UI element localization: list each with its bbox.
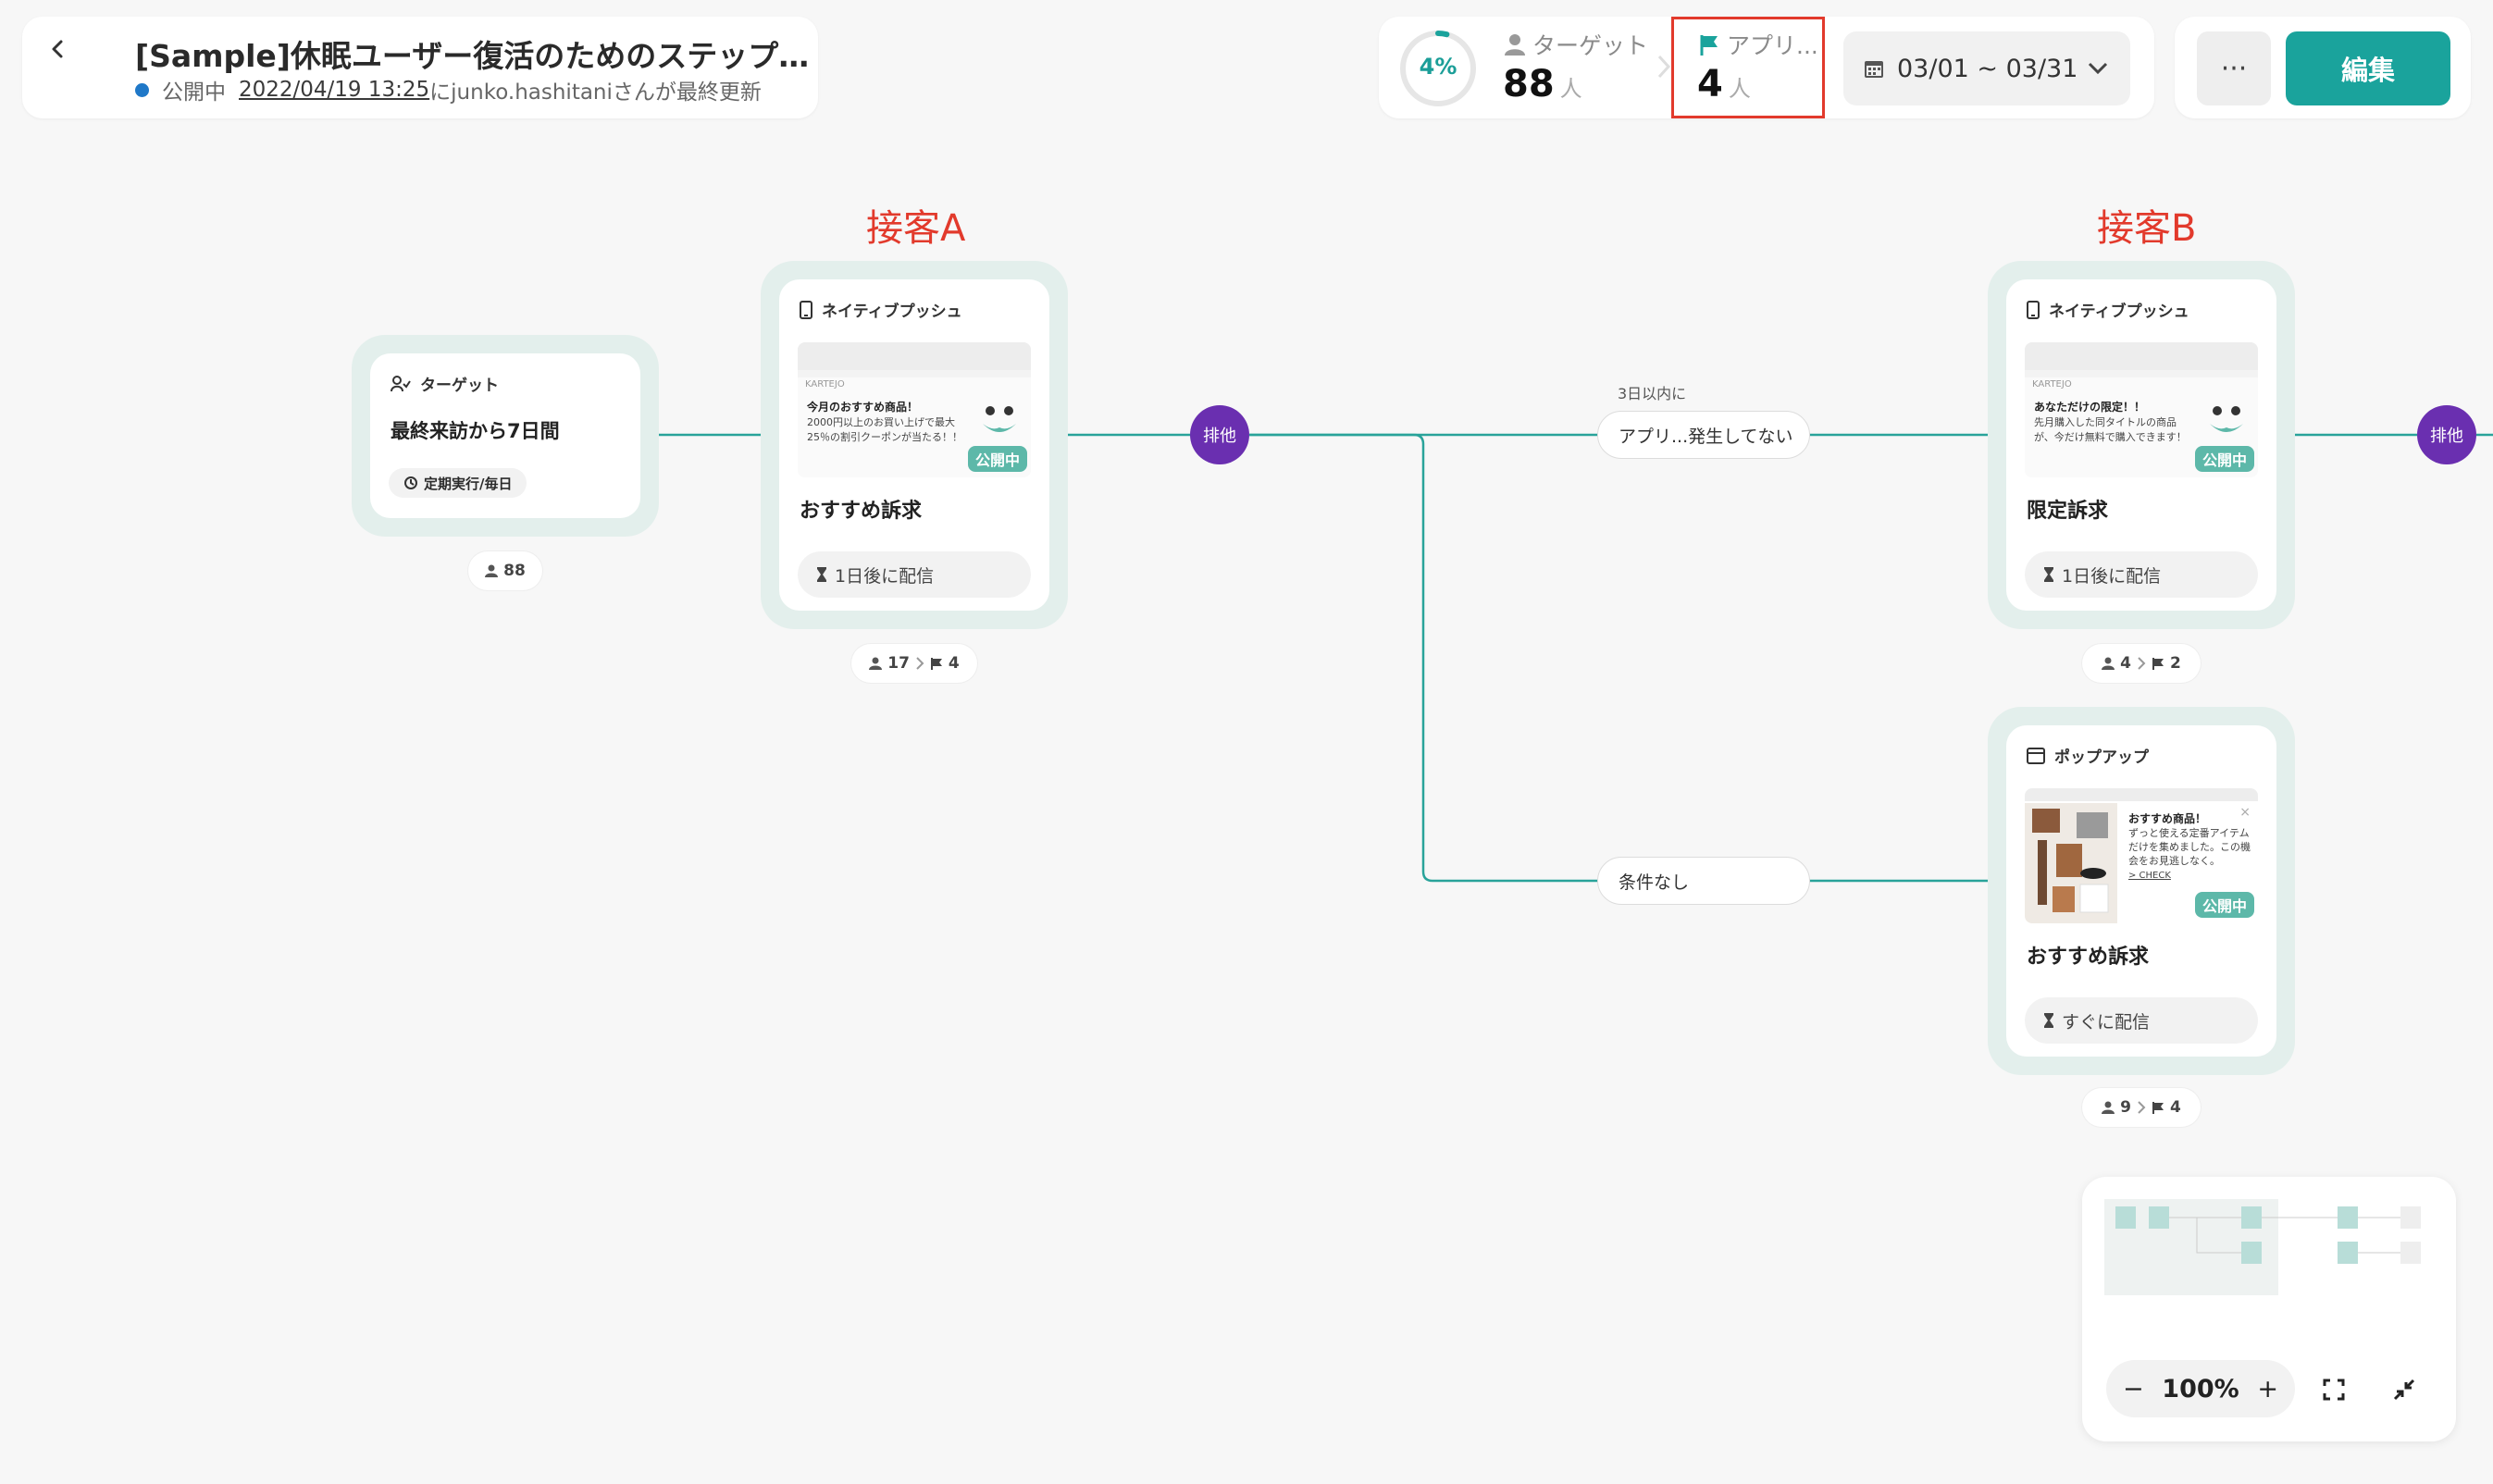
mobile-icon [2027,300,2040,319]
status-row: 公開中 2022/04/19 13:25 にjunko.hashitaniさんが… [135,74,762,105]
preview-text: あなただけの限定！！ 先月購入した同タイトルの商品が、今だけ無料で購入できます！ [2034,401,2187,443]
chevron-right-icon [916,657,924,670]
progress-percent: 4% [1419,54,1457,80]
zoom-in-button[interactable]: + [2257,1375,2278,1404]
node-c-delivery: すぐに配信 [2025,997,2258,1044]
target-stat-label[interactable]: ターゲット [1505,28,1648,61]
condition-1-label: 3日以内に [1618,385,1687,402]
preview-logo: KARTEJO [805,379,845,390]
person-icon [2102,1101,2115,1114]
collapse-icon[interactable] [2393,1379,2415,1401]
updated-suffix: にjunko.hashitaniさんが最終更新 [429,80,762,105]
target-node[interactable]: ターゲット 最終来訪から7日間 定期実行/毎日 [352,335,659,537]
zoom-control: − 100% + [2106,1360,2295,1417]
person-icon [2102,657,2115,670]
target-stat-value: 88 人 [1503,63,1582,105]
node-b-count: 4 2 [2082,644,2201,683]
page-title: [Sample]休眠ユーザー復活のためのステップ… [135,38,810,74]
exclusive-gate-2[interactable]: 排他 [2417,405,2476,464]
node-a-name: おすすめ訴求 [800,500,923,523]
chevron-down-icon [2088,62,2108,75]
chevron-right-icon [2138,1101,2146,1114]
flag-icon [2152,658,2164,670]
person-icon [1505,34,1525,56]
zoom-level: 100% [2162,1374,2239,1404]
updated-date-link[interactable]: 2022/04/19 13:25 [239,78,429,102]
node-b-name: 限定訴求 [2027,500,2109,523]
product-image [2025,803,2117,923]
fullscreen-icon[interactable] [2323,1379,2345,1401]
mobile-icon [800,300,812,319]
more-button[interactable]: ··· [2197,31,2271,105]
person-icon [869,657,883,670]
node-a-preview: KARTEJO 今月のおすすめ商品！ 2000円以上のお買い上げで最大25％の割引… [798,342,1031,477]
highlight-box [1671,17,1825,118]
popup-window-icon [2027,747,2045,764]
annotation-b: 接客B [2097,207,2197,250]
minimap-canvas[interactable] [2101,1195,2437,1306]
schedule-badge: 定期実行/毎日 [389,468,527,498]
exclusive-gate-1[interactable]: 排他 [1190,405,1249,464]
hourglass-icon [2044,567,2053,582]
hourglass-icon [817,567,826,582]
campaign-node-c[interactable]: ポップアップ おすすめ商品！ ずっと使える定番アイテムだけを集めました。この機会… [1988,707,2295,1075]
target-node-name: 最終来訪から7日間 [391,420,560,442]
node-a-count: 17 4 [851,644,977,683]
status-dot [135,82,149,97]
live-badge: 公開中 [967,446,1027,472]
mascot-icon [983,406,1016,432]
node-b-header: ネイティブプッシュ [2027,298,2189,321]
node-c-name: おすすめ訴求 [2027,946,2150,969]
flag-icon [2152,1102,2164,1114]
preview-logo: KARTEJO [2032,379,2072,390]
chevron-right-icon [1657,55,1671,79]
condition-1-pill[interactable]: アプリ...発生してない [1597,411,1810,459]
back-button[interactable] [37,28,80,70]
chevron-left-icon [52,40,63,58]
condition-2-pill[interactable]: 条件なし [1597,857,1810,905]
campaign-node-b[interactable]: ネイティブプッシュ KARTEJO あなただけの限定！！ 先月購入した同タイトルの… [1988,261,2295,629]
edit-button[interactable]: 編集 [2286,31,2450,105]
person-icon [485,564,499,577]
node-a-delivery: 1日後に配信 [798,551,1031,598]
preview-text: 今月のおすすめ商品！ 2000円以上のお買い上げで最大25％の割引クーポンが当たる… [807,401,962,443]
target-count: 88 [468,551,542,590]
status-text: 公開中 [162,80,226,105]
live-badge: 公開中 [2194,892,2254,918]
annotation-a: 接客A [866,207,966,250]
node-c-preview: おすすめ商品！ ずっと使える定番アイテムだけを集めました。この機会をお見逃しなく… [2025,788,2258,923]
live-badge: 公開中 [2194,446,2254,472]
node-c-header: ポップアップ [2027,744,2149,767]
zoom-out-button[interactable]: − [2123,1375,2144,1404]
node-b-delivery: 1日後に配信 [2025,551,2258,598]
node-c-count: 9 4 [2082,1088,2201,1127]
node-b-preview: KARTEJO あなただけの限定！！ 先月購入した同タイトルの商品が、今だけ無料で… [2025,342,2258,477]
hourglass-icon [2044,1013,2053,1028]
popup-text: おすすめ商品！ ずっと使える定番アイテムだけを集めました。この機会をお見逃しなく… [2128,812,2251,881]
campaign-node-a[interactable]: ネイティブプッシュ KARTEJO 今月のおすすめ商品！ 2000円以上のお買い上… [761,261,1068,629]
target-node-header: ターゲット [391,372,499,395]
users-icon [391,375,411,391]
flag-icon [930,658,942,670]
history-icon [404,476,417,489]
chevron-right-icon [2138,657,2146,670]
date-range-select[interactable]: 03/01 ~ 03/31 [1843,31,2130,105]
node-a-header: ネイティブプッシュ [800,298,962,321]
close-icon: × [2239,805,2251,820]
mascot-icon [2210,406,2243,432]
calendar-icon [1865,61,1883,78]
